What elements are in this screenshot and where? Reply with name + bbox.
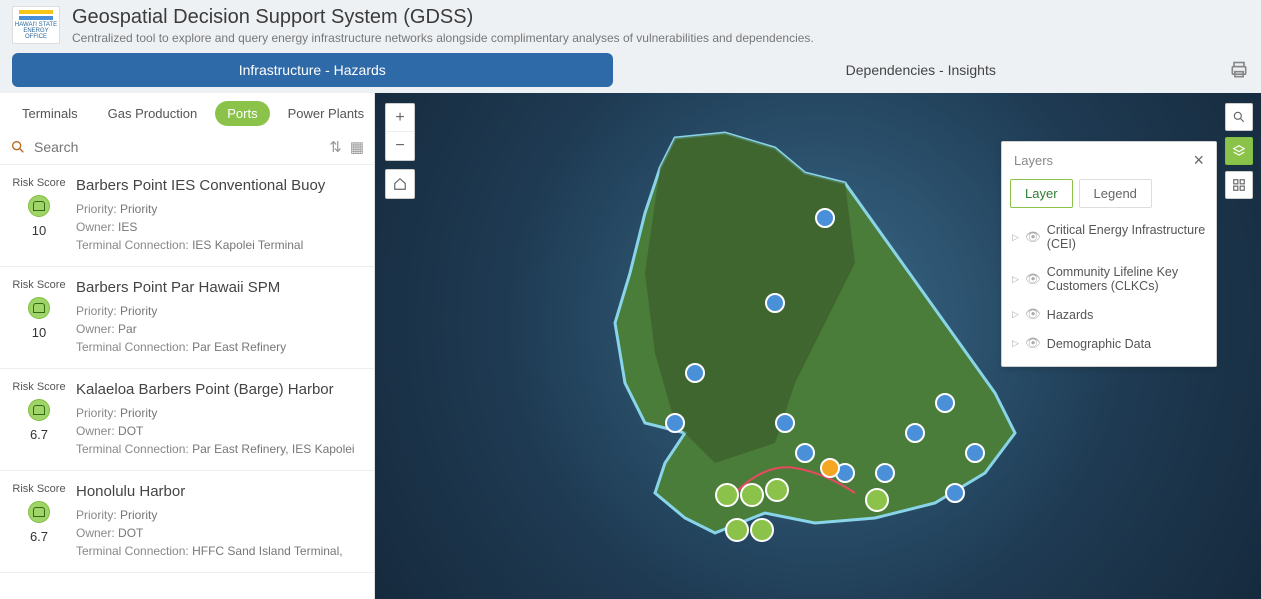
layer-item[interactable]: ▷👁Hazards [1008,300,1210,329]
map-marker[interactable] [905,423,925,443]
subtab-terminals[interactable]: Terminals [10,101,90,126]
layers-panel-title: Layers [1014,153,1053,168]
item-title: Barbers Point IES Conventional Buoy [76,177,364,194]
list-item[interactable]: Risk Score 6.7 Kalaeloa Barbers Point (B… [0,369,374,471]
map-marker[interactable] [820,458,840,478]
expand-icon[interactable]: ▷ [1012,232,1019,243]
map-marker[interactable] [875,463,895,483]
port-icon [28,501,50,523]
sort-icon[interactable]: ⇅ [329,138,342,156]
layer-item[interactable]: ▷👁Critical Energy Infrastructure (CEI) [1008,216,1210,258]
item-title: Barbers Point Par Hawaii SPM [76,279,364,296]
subtab-gas-production[interactable]: Gas Production [96,101,210,126]
layers-tab-legend[interactable]: Legend [1079,179,1152,208]
map-marker[interactable] [795,443,815,463]
risk-score-value: 6.7 [10,529,68,544]
zoom-in-button[interactable]: + [386,104,414,132]
subtab-power-plants[interactable]: Power Plants [276,101,374,126]
visibility-icon[interactable]: 👁 [1025,230,1041,245]
port-icon [28,399,50,421]
page-subtitle: Centralized tool to explore and query en… [72,31,1249,45]
state-logo: HAWAI'I STATE ENERGY OFFICE [12,6,60,44]
layer-item[interactable]: ▷👁Community Lifeline Key Customers (CLKC… [1008,258,1210,300]
layers-button[interactable] [1225,137,1253,165]
expand-icon[interactable]: ▷ [1012,338,1019,349]
map-marker[interactable] [865,488,889,512]
list-item[interactable]: Risk Score 6.7 Honolulu Harbor Priority:… [0,471,374,573]
port-icon [28,195,50,217]
risk-score-label: Risk Score [10,279,68,291]
zoom-out-button[interactable]: − [386,132,414,160]
map-marker[interactable] [725,518,749,542]
map-marker[interactable] [775,413,795,433]
tab-infrastructure-hazards[interactable]: Infrastructure - Hazards [12,53,613,87]
search-input[interactable] [34,139,321,155]
search-icon [10,139,26,155]
zoom-control: + − [385,103,415,161]
port-icon [28,297,50,319]
grid-icon[interactable]: ▦ [350,138,364,156]
risk-score-value: 10 [10,223,68,238]
risk-score-value: 10 [10,325,68,340]
close-icon[interactable]: × [1193,150,1204,171]
risk-score-label: Risk Score [10,177,68,189]
map-marker[interactable] [715,483,739,507]
page-title: Geospatial Decision Support System (GDSS… [72,6,1249,29]
item-title: Kalaeloa Barbers Point (Barge) Harbor [76,381,364,398]
visibility-icon[interactable]: 👁 [1025,272,1041,287]
layer-item[interactable]: ▷👁Demographic Data [1008,329,1210,358]
tab-dependencies-insights[interactable]: Dependencies - Insights [621,53,1222,87]
island-shape [515,123,1075,573]
basemap-button[interactable] [1225,171,1253,199]
list-item[interactable]: Risk Score 10 Barbers Point IES Conventi… [0,165,374,267]
subtab-ports[interactable]: Ports [215,101,269,126]
map-marker[interactable] [945,483,965,503]
layers-panel: Layers × Layer Legend ▷👁Critical Energy … [1001,141,1217,367]
print-icon[interactable] [1229,60,1249,80]
map-search-button[interactable] [1225,103,1253,131]
map-marker[interactable] [965,443,985,463]
expand-icon[interactable]: ▷ [1012,309,1019,320]
map-marker[interactable] [765,293,785,313]
visibility-icon[interactable]: 👁 [1025,307,1041,322]
map-marker[interactable] [765,478,789,502]
visibility-icon[interactable]: 👁 [1025,336,1041,351]
risk-score-value: 6.7 [10,427,68,442]
risk-score-label: Risk Score [10,483,68,495]
map-marker[interactable] [740,483,764,507]
expand-icon[interactable]: ▷ [1012,274,1019,285]
map-marker[interactable] [685,363,705,383]
home-button[interactable] [385,169,415,199]
sidebar: Terminals Gas Production Ports Power Pla… [0,93,375,599]
map[interactable]: + − Layers × Layer Legend [375,93,1261,599]
map-marker[interactable] [665,413,685,433]
item-title: Honolulu Harbor [76,483,364,500]
map-marker[interactable] [815,208,835,228]
map-marker[interactable] [750,518,774,542]
risk-score-label: Risk Score [10,381,68,393]
map-marker[interactable] [935,393,955,413]
list-item[interactable]: Risk Score 10 Barbers Point Par Hawaii S… [0,267,374,369]
layers-tab-layer[interactable]: Layer [1010,179,1073,208]
